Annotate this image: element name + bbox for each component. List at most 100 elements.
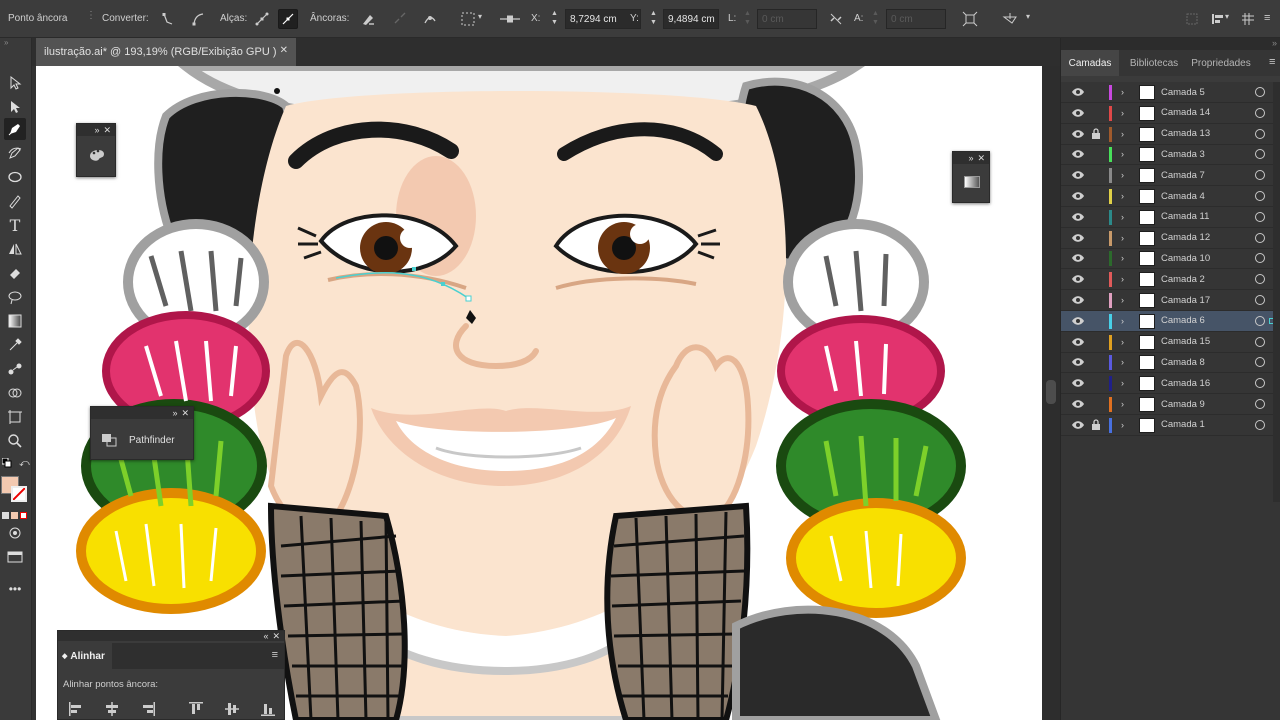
x-stepper[interactable]: ▲ ▼ bbox=[551, 9, 558, 27]
chevron-right-icon[interactable]: › bbox=[1121, 129, 1124, 139]
target-circle-icon[interactable] bbox=[1255, 191, 1265, 201]
close-tab-icon[interactable]: ✕ bbox=[280, 45, 288, 56]
reflect-tool-icon[interactable] bbox=[4, 238, 26, 260]
constrain-proportions-icon[interactable] bbox=[826, 9, 846, 29]
close-icon[interactable]: ✕ bbox=[272, 631, 280, 642]
visibility-eye-icon[interactable] bbox=[1071, 170, 1085, 180]
align-left-icon[interactable] bbox=[68, 701, 84, 720]
draw-mode-icon[interactable] bbox=[4, 522, 26, 544]
isolate-icon[interactable] bbox=[960, 9, 980, 29]
target-circle-icon[interactable] bbox=[1255, 107, 1265, 118]
visibility-eye-icon[interactable] bbox=[1071, 274, 1085, 284]
chevron-down-icon[interactable]: ▾ bbox=[1026, 12, 1030, 21]
layer-name[interactable]: Camada 6 bbox=[1161, 315, 1205, 326]
layer-name[interactable]: Camada 2 bbox=[1161, 274, 1205, 285]
none-mode-icon[interactable] bbox=[20, 512, 27, 519]
zoom-tool-icon[interactable] bbox=[4, 430, 26, 452]
collapse-icon[interactable]: » bbox=[1272, 38, 1277, 48]
target-circle-icon[interactable] bbox=[1255, 253, 1265, 264]
y-input[interactable]: 9,4894 cm bbox=[663, 9, 719, 29]
layer-row[interactable]: › Camada 17 bbox=[1061, 290, 1280, 311]
visibility-eye-icon[interactable] bbox=[1071, 316, 1085, 326]
lock-icon[interactable] bbox=[1091, 127, 1101, 140]
layer-row[interactable]: › Camada 3 bbox=[1061, 144, 1280, 166]
layer-name[interactable]: Camada 9 bbox=[1161, 399, 1205, 410]
color-mode-buttons[interactable] bbox=[2, 512, 27, 519]
hide-handles-icon[interactable] bbox=[278, 9, 298, 29]
scrollbar-thumb[interactable] bbox=[1046, 380, 1056, 404]
layer-name[interactable]: Camada 10 bbox=[1161, 253, 1210, 264]
visibility-eye-icon[interactable] bbox=[1071, 87, 1085, 97]
chevron-right-icon[interactable]: › bbox=[1121, 108, 1124, 118]
layer-row[interactable]: › Camada 12 bbox=[1061, 228, 1280, 249]
layer-name[interactable]: Camada 13 bbox=[1161, 128, 1210, 139]
layer-row[interactable]: › Camada 2 bbox=[1061, 269, 1280, 291]
align-right-icon[interactable] bbox=[140, 701, 156, 720]
align-bottom-icon[interactable] bbox=[260, 701, 276, 720]
align-panel[interactable]: «✕ ◆ Alinhar ≡ Alinhar pontos âncora: bbox=[57, 630, 285, 720]
align-top-icon[interactable] bbox=[188, 701, 204, 720]
show-handles-icon[interactable] bbox=[252, 9, 272, 29]
more-tools-icon[interactable]: ••• bbox=[4, 578, 26, 600]
layer-name[interactable]: Camada 1 bbox=[1161, 419, 1205, 430]
chevron-right-icon[interactable]: › bbox=[1121, 253, 1124, 263]
stroke-swatch[interactable] bbox=[11, 486, 27, 502]
chevron-right-icon[interactable]: › bbox=[1121, 170, 1124, 180]
panel-menu-icon[interactable]: ≡ bbox=[272, 649, 278, 661]
chevron-right-icon[interactable]: › bbox=[1121, 316, 1124, 326]
visibility-eye-icon[interactable] bbox=[1071, 212, 1085, 222]
pen-tool-icon[interactable] bbox=[4, 118, 26, 140]
chevron-right-icon[interactable]: › bbox=[1121, 378, 1124, 388]
cut-path-icon[interactable] bbox=[420, 9, 440, 29]
target-circle-icon[interactable] bbox=[1255, 419, 1265, 430]
tab-camadas[interactable]: Camadas bbox=[1061, 50, 1119, 76]
panel-grip-icon[interactable]: » bbox=[4, 39, 28, 47]
layer-name[interactable]: Camada 14 bbox=[1161, 107, 1210, 118]
collapse-icon[interactable]: » bbox=[968, 153, 973, 163]
layer-name[interactable]: Camada 7 bbox=[1161, 170, 1205, 181]
target-circle-icon[interactable] bbox=[1255, 295, 1265, 305]
visibility-eye-icon[interactable] bbox=[1071, 253, 1085, 263]
tab-propriedades[interactable]: Propriedades bbox=[1187, 50, 1255, 76]
swap-colors-icon[interactable]: ⤺ bbox=[19, 458, 30, 469]
chevron-down-icon[interactable]: ▾ bbox=[1225, 12, 1229, 21]
visibility-eye-icon[interactable] bbox=[1071, 295, 1085, 305]
chevron-right-icon[interactable]: › bbox=[1121, 399, 1124, 409]
remove-anchor-icon[interactable] bbox=[358, 9, 378, 29]
collapse-icon[interactable]: « bbox=[263, 631, 268, 641]
color-guide-panel[interactable]: » ✕ bbox=[76, 123, 116, 177]
screen-mode-icon[interactable] bbox=[4, 546, 26, 568]
align-tab[interactable]: ◆ Alinhar bbox=[58, 643, 112, 669]
target-circle-icon[interactable] bbox=[1255, 399, 1265, 409]
default-colors-icon[interactable] bbox=[1, 457, 12, 468]
visibility-eye-icon[interactable] bbox=[1071, 129, 1085, 139]
panel-header[interactable]: » ✕ bbox=[953, 152, 989, 164]
layer-row[interactable]: › Camada 4 bbox=[1061, 186, 1280, 207]
layer-name[interactable]: Camada 16 bbox=[1161, 378, 1210, 389]
convert-smooth-icon[interactable] bbox=[188, 9, 208, 29]
target-circle-icon[interactable] bbox=[1255, 315, 1265, 326]
artboard-tool-icon[interactable] bbox=[4, 406, 26, 428]
layer-row[interactable]: › Camada 9 bbox=[1061, 394, 1280, 415]
collapse-icon[interactable]: » bbox=[172, 408, 177, 418]
gradient-mode-icon[interactable] bbox=[11, 512, 18, 519]
reference-point-icon[interactable] bbox=[500, 9, 520, 29]
color-mode-icon[interactable] bbox=[2, 512, 9, 519]
visibility-eye-icon[interactable] bbox=[1071, 420, 1085, 430]
ellipse-tool-icon[interactable] bbox=[4, 166, 26, 188]
close-icon[interactable]: ✕ bbox=[181, 408, 189, 419]
target-circle-icon[interactable] bbox=[1255, 87, 1265, 97]
gradient-tool-icon[interactable] bbox=[4, 310, 26, 332]
panel-menu-icon[interactable]: ≡ bbox=[1269, 56, 1275, 68]
lock-icon[interactable] bbox=[1091, 419, 1101, 431]
layer-name[interactable]: Camada 4 bbox=[1161, 191, 1205, 202]
pathfinder-panel[interactable]: » ✕ Pathfinder bbox=[90, 406, 194, 460]
convert-corner-icon[interactable] bbox=[158, 9, 178, 29]
chevron-right-icon[interactable]: › bbox=[1121, 149, 1124, 159]
layer-name[interactable]: Camada 8 bbox=[1161, 357, 1205, 368]
chevron-right-icon[interactable]: › bbox=[1121, 87, 1124, 97]
transform-icon[interactable] bbox=[1000, 9, 1020, 29]
chevron-right-icon[interactable]: › bbox=[1121, 274, 1124, 284]
visibility-eye-icon[interactable] bbox=[1071, 378, 1085, 388]
chevron-right-icon[interactable]: › bbox=[1121, 191, 1124, 201]
